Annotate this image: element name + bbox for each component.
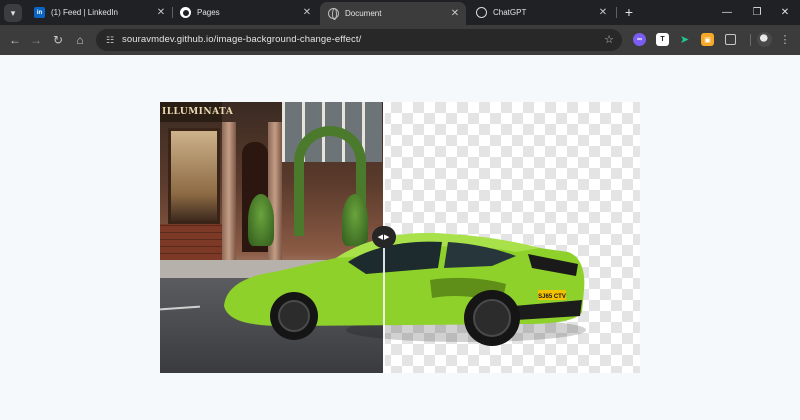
tab-separator: [616, 7, 617, 18]
rear-rim: [473, 299, 511, 337]
orange-square-icon[interactable]: ▣: [701, 33, 714, 46]
tab-strip: ▾ in (1) Feed | LinkedIn ✕ Pages ✕ Docum…: [0, 0, 800, 25]
slider-handle[interactable]: ◀▶: [372, 226, 396, 248]
globe-icon: [328, 8, 339, 20]
close-window-button[interactable]: ✕: [770, 0, 800, 25]
close-icon: ✕: [780, 7, 790, 18]
linkedin-icon: in: [34, 7, 45, 18]
left-right-arrows-icon: ◀▶: [377, 234, 391, 241]
plus-icon: +: [624, 4, 634, 20]
close-tab-icon[interactable]: ✕: [450, 8, 460, 19]
back-button[interactable]: ←: [6, 31, 24, 49]
chevron-down-icon: ▾: [10, 7, 16, 18]
front-rim: [278, 300, 310, 332]
reload-button[interactable]: ↻: [49, 31, 67, 49]
tab-label: ChatGPT: [493, 8, 527, 17]
forward-button[interactable]: →: [27, 31, 45, 49]
github-icon: [180, 7, 191, 18]
url-text[interactable]: souravmdev.github.io/image-background-ch…: [122, 34, 361, 45]
reload-icon: ↻: [52, 33, 64, 47]
close-tab-icon[interactable]: ✕: [598, 7, 608, 18]
site-info-icon[interactable]: ☷: [104, 34, 116, 46]
close-tab-icon[interactable]: ✕: [302, 7, 312, 18]
tab-label: (1) Feed | LinkedIn: [51, 8, 119, 17]
forward-icon: →: [30, 33, 42, 47]
tab-github-pages[interactable]: Pages ✕: [172, 2, 318, 23]
home-icon: ⌂: [76, 33, 84, 47]
browser-toolbar: ← → ↻ ⌂ ☷ souravmdev.github.io/image-bac…: [0, 25, 800, 55]
page-viewport: ILLUMINATA SJ65 CTV ◀▶: [0, 55, 800, 420]
restore-button[interactable]: ❐: [742, 0, 772, 25]
tab-label: Pages: [197, 8, 220, 17]
home-button[interactable]: ⌂: [71, 31, 89, 49]
address-bar[interactable]: ☷ souravmdev.github.io/image-background-…: [96, 29, 622, 51]
shop-sign: ILLUMINATA: [160, 102, 233, 122]
image-comparison[interactable]: ILLUMINATA SJ65 CTV ◀▶: [160, 102, 640, 373]
infinity-icon[interactable]: ∞: [633, 33, 646, 46]
back-icon: ←: [9, 33, 21, 47]
tab-label: Document: [345, 9, 382, 18]
minimize-icon: —: [722, 7, 732, 18]
avatar[interactable]: [757, 32, 772, 47]
new-tab-button[interactable]: +: [622, 3, 636, 21]
tab-document[interactable]: Document ✕: [320, 2, 466, 25]
text-t-icon[interactable]: T: [656, 33, 669, 46]
menu-icon[interactable]: ⋮: [779, 33, 791, 47]
bird-icon[interactable]: ➤: [678, 33, 691, 46]
close-tab-icon[interactable]: ✕: [156, 7, 166, 18]
license-plate-text: SJ65 CTV: [538, 294, 566, 300]
sports-car: SJ65 CTV: [224, 233, 586, 346]
shop-window: [168, 128, 220, 224]
chatgpt-icon: [476, 7, 487, 18]
puzzle-icon[interactable]: [725, 34, 736, 45]
minimize-button[interactable]: —: [712, 0, 742, 25]
toolbar-divider: [750, 34, 751, 46]
tab-search-button[interactable]: ▾: [4, 4, 22, 22]
tab-chatgpt[interactable]: ChatGPT ✕: [468, 2, 614, 23]
star-icon[interactable]: ☆: [604, 33, 614, 46]
tab-linkedin[interactable]: in (1) Feed | LinkedIn ✕: [26, 2, 172, 23]
restore-icon: ❐: [752, 7, 762, 18]
